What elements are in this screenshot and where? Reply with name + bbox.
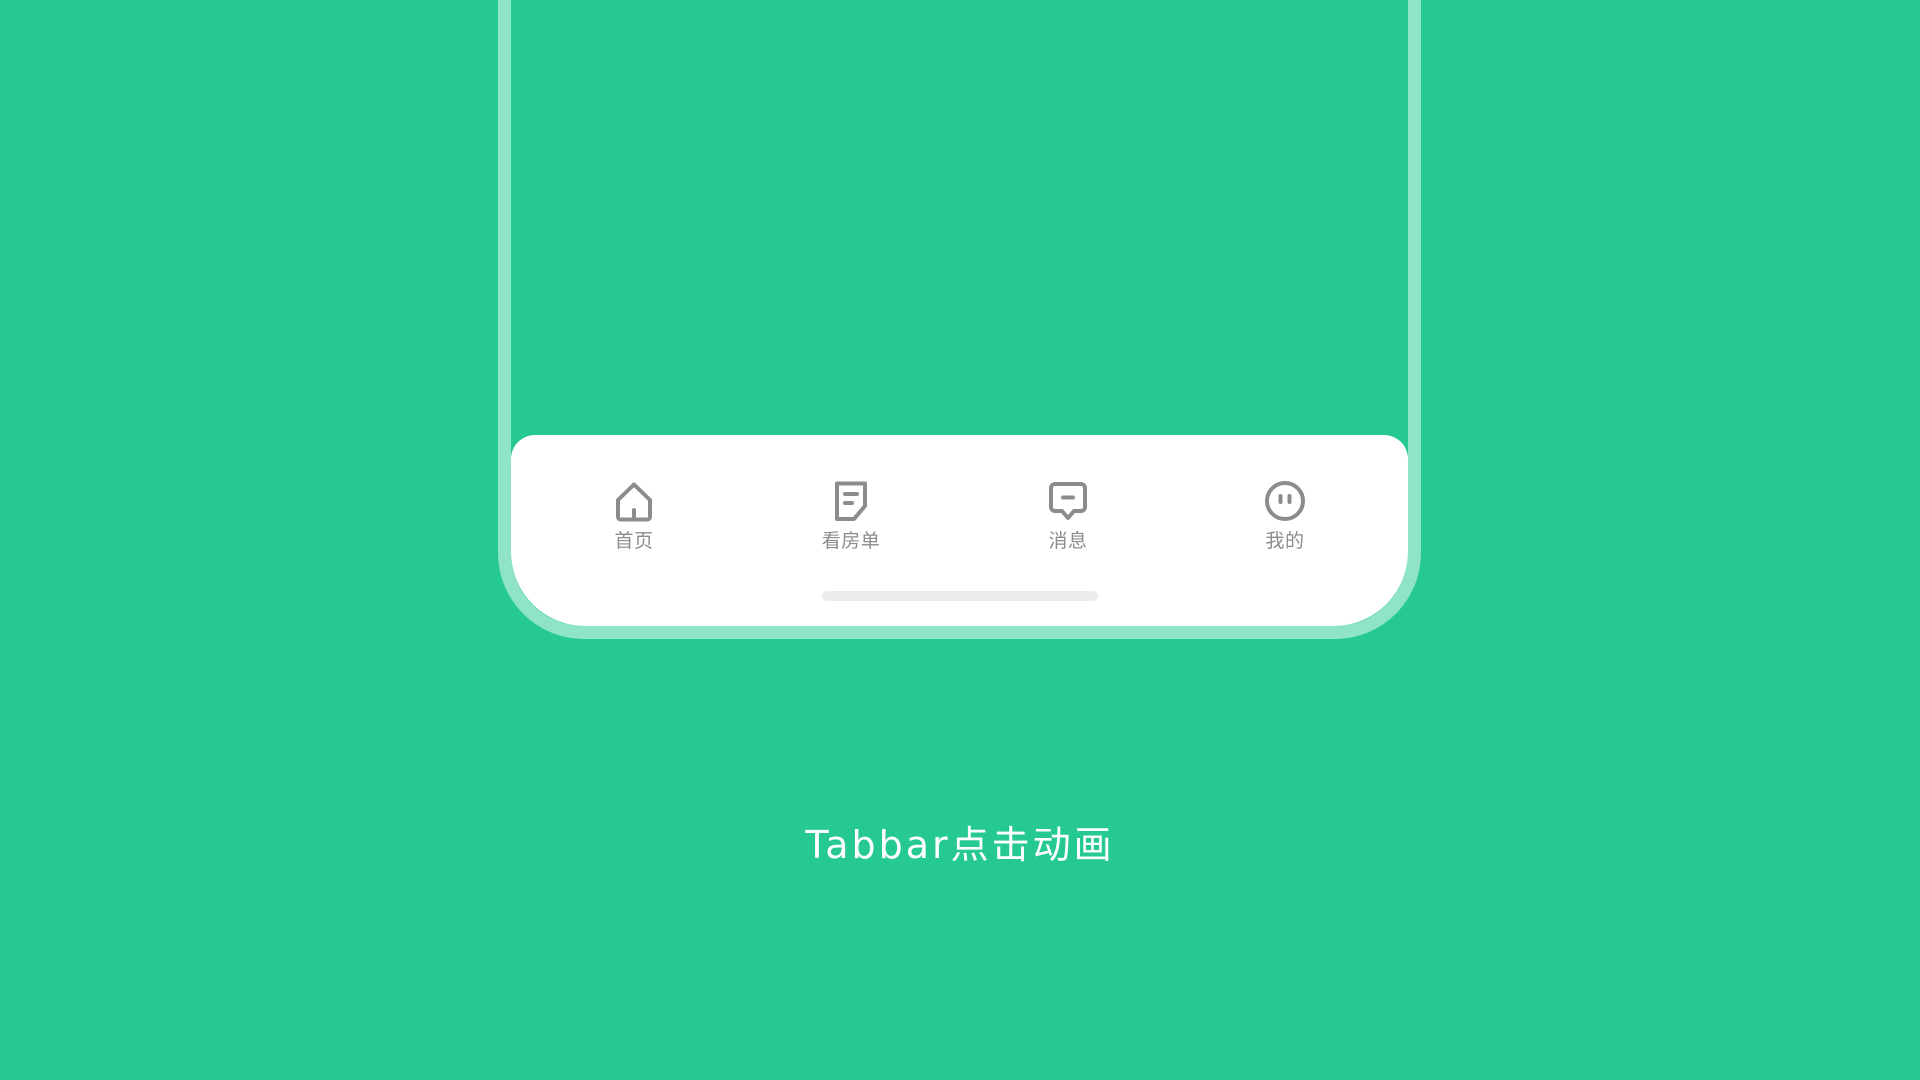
profile-face-icon xyxy=(1265,481,1305,521)
tab-bar: 首页 看房单 消息 我的 xyxy=(511,435,1408,626)
tab-home-label: 首页 xyxy=(614,530,654,552)
tab-messages[interactable]: 消息 xyxy=(1008,477,1128,567)
tab-viewing-list-label: 看房单 xyxy=(821,530,881,552)
tab-profile-label: 我的 xyxy=(1265,530,1305,552)
message-icon xyxy=(1049,482,1087,520)
document-icon xyxy=(835,481,867,521)
canvas-background: 首页 看房单 消息 我的 Tabbar点击动画 xyxy=(0,0,1920,1080)
tab-home[interactable]: 首页 xyxy=(574,477,694,567)
tab-messages-label: 消息 xyxy=(1048,530,1088,552)
tab-profile[interactable]: 我的 xyxy=(1225,477,1345,567)
tab-viewing-list[interactable]: 看房单 xyxy=(791,477,911,567)
home-icon xyxy=(616,482,652,522)
caption-title: Tabbar点击动画 xyxy=(805,823,1115,867)
home-indicator xyxy=(822,591,1098,601)
